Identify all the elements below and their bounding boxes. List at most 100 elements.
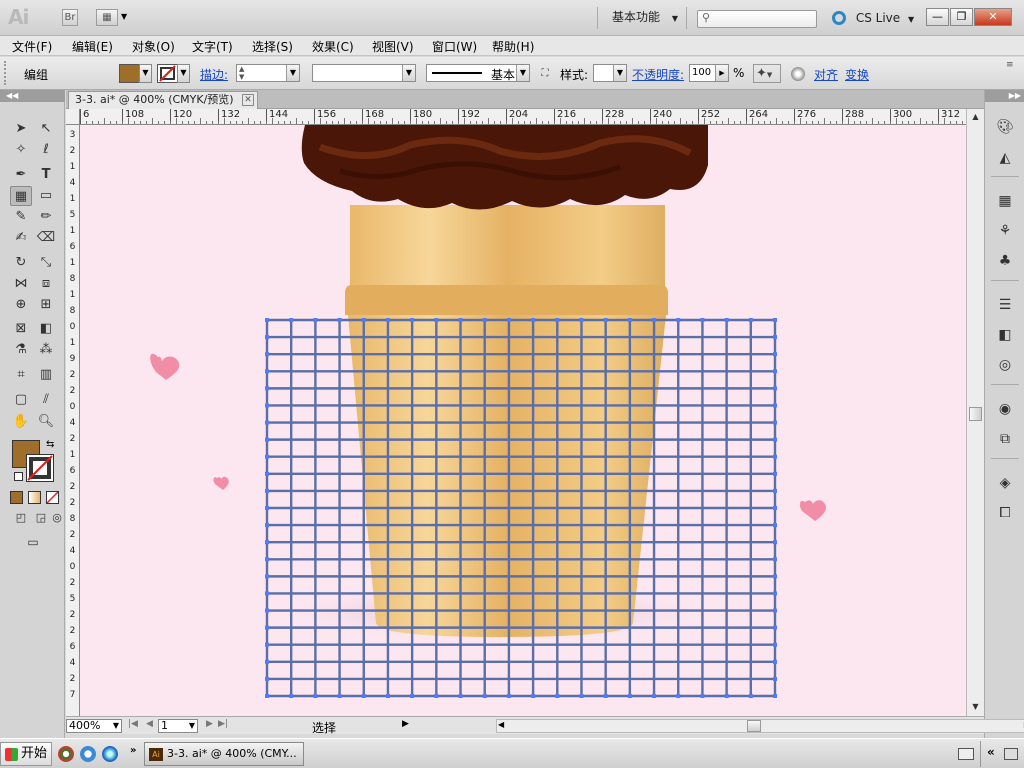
anchor-point[interactable] xyxy=(265,557,269,562)
stroke-options-icon[interactable]: ⛶ xyxy=(538,67,552,80)
panel-collapse-icon[interactable]: ◀◀ xyxy=(0,90,65,102)
network-icon[interactable] xyxy=(1004,748,1018,760)
vertical-ruler[interactable]: 3 2 1 4 1 5 1 6 1 8 1 8 0 1 9 2 2 0 4 2 1 6 2 2 8 2 4 0 2 5 2 2 6 4 2 7 xyxy=(66,125,80,716)
anchor-point[interactable] xyxy=(724,694,729,698)
gradient-mode-icon[interactable] xyxy=(28,491,41,504)
anchor-point[interactable] xyxy=(265,386,269,391)
artboard-number-input[interactable]: 1 ▼ xyxy=(158,719,198,733)
transform-label[interactable]: 变换 xyxy=(845,66,869,83)
anchor-point[interactable] xyxy=(361,694,366,698)
menu-object[interactable]: 对象(O) xyxy=(132,38,175,55)
default-colors-icon[interactable] xyxy=(14,472,23,481)
anchor-point[interactable] xyxy=(265,540,269,545)
anchor-point[interactable] xyxy=(627,318,632,322)
anchor-point[interactable] xyxy=(700,318,705,322)
column-graph-tool-icon[interactable]: ▥ xyxy=(35,365,57,385)
menu-view[interactable]: 视图(V) xyxy=(372,38,414,55)
anchor-point[interactable] xyxy=(773,625,777,630)
close-tab-icon[interactable]: ✕ xyxy=(242,94,254,106)
anchor-point[interactable] xyxy=(265,454,269,459)
symbols-panel-icon[interactable]: ♣ xyxy=(994,250,1016,272)
anchor-point[interactable] xyxy=(434,318,439,322)
magic-wand-tool-icon[interactable]: ✧ xyxy=(10,140,32,160)
anchor-point[interactable] xyxy=(773,352,777,357)
expand-tray-icon[interactable]: « xyxy=(987,745,995,759)
symbol-sprayer-tool-icon[interactable]: ⌗ xyxy=(10,365,32,385)
anchor-point[interactable] xyxy=(410,318,415,322)
screen-mode-icon[interactable]: ▭ xyxy=(22,532,44,552)
anchor-point[interactable] xyxy=(773,471,777,476)
anchor-point[interactable] xyxy=(458,694,463,698)
hand-tool-icon[interactable]: ✋ xyxy=(10,412,32,432)
anchor-point[interactable] xyxy=(773,523,777,528)
anchor-point[interactable] xyxy=(773,437,777,442)
anchor-point[interactable] xyxy=(265,471,269,476)
anchor-point[interactable] xyxy=(265,591,269,596)
anchor-point[interactable] xyxy=(506,318,511,322)
anchor-point[interactable] xyxy=(289,318,294,322)
opacity-label[interactable]: 不透明度: xyxy=(632,66,684,83)
isolate-group-icon[interactable] xyxy=(791,67,805,81)
anchor-point[interactable] xyxy=(265,642,269,647)
anchor-point[interactable] xyxy=(265,335,269,340)
anchor-point[interactable] xyxy=(265,437,269,442)
anchor-point[interactable] xyxy=(385,694,390,698)
anchor-point[interactable] xyxy=(265,318,269,322)
taskbar-illustrator-item[interactable]: Ai 3-3. ai* @ 400% (CMY... xyxy=(144,742,304,766)
graphic-styles-panel-icon[interactable]: ⧉ xyxy=(994,428,1016,450)
anchor-point[interactable] xyxy=(265,403,269,408)
anchor-point[interactable] xyxy=(265,488,269,493)
stroke-weight-input[interactable]: ▲ ▼ ▼ xyxy=(236,64,300,82)
first-artboard-icon[interactable]: |◀ xyxy=(128,719,138,729)
anchor-point[interactable] xyxy=(773,454,777,459)
anchor-point[interactable] xyxy=(265,659,269,664)
eraser-tool-icon[interactable]: ⌫ xyxy=(35,228,57,248)
anchor-point[interactable] xyxy=(773,386,777,391)
more-quicklaunch-icon[interactable]: » xyxy=(130,745,136,756)
anchor-point[interactable] xyxy=(773,557,777,562)
eyedropper-tool-icon[interactable]: ⚗ xyxy=(10,340,32,360)
horizontal-scroll-thumb[interactable] xyxy=(747,720,761,732)
anchor-point[interactable] xyxy=(773,403,777,408)
anchor-point[interactable] xyxy=(458,318,463,322)
anchor-point[interactable] xyxy=(385,318,390,322)
stroke-label[interactable]: 描边: xyxy=(200,66,228,83)
anchor-point[interactable] xyxy=(700,694,705,698)
menu-file[interactable]: 文件(F) xyxy=(12,38,52,55)
ruler-corner[interactable] xyxy=(66,109,80,125)
zoom-dropdown[interactable]: 400% ▼ xyxy=(66,719,122,733)
graphic-style-dropdown[interactable]: ▼ xyxy=(593,64,627,82)
previous-artboard-icon[interactable]: ◀ xyxy=(146,719,153,729)
gradient-panel-icon[interactable]: ◧ xyxy=(994,324,1016,346)
close-button[interactable]: ✕ xyxy=(974,8,1012,26)
anchor-point[interactable] xyxy=(482,318,487,322)
transparency-panel-icon[interactable]: ◎ xyxy=(994,354,1016,376)
anchor-point[interactable] xyxy=(313,694,318,698)
anchor-point[interactable] xyxy=(265,523,269,528)
status-tool-label[interactable]: 选择 xyxy=(312,719,336,736)
swap-colors-icon[interactable]: ⇆ xyxy=(46,439,54,450)
scroll-down-icon[interactable]: ▼ xyxy=(968,700,983,714)
free-transform-tool-icon[interactable]: ⧈ xyxy=(35,274,57,294)
rectangular-grid-tool-icon[interactable]: ▦ xyxy=(10,186,32,206)
anchor-point[interactable] xyxy=(603,318,608,322)
menu-select[interactable]: 选择(S) xyxy=(252,38,293,55)
rectangle-tool-icon[interactable]: ▭ xyxy=(35,186,57,206)
anchor-point[interactable] xyxy=(773,369,777,374)
stroke-dropdown[interactable]: ▼ xyxy=(177,64,190,83)
minimize-button[interactable]: — xyxy=(926,8,949,26)
scroll-left-icon[interactable]: ◀ xyxy=(498,720,504,729)
blob-brush-tool-icon[interactable]: ✍ xyxy=(10,228,32,248)
anchor-point[interactable] xyxy=(434,694,439,698)
menu-help[interactable]: 帮助(H) xyxy=(492,38,534,55)
anchor-point[interactable] xyxy=(773,694,777,698)
recolor-artwork-icon[interactable]: ✦▼ xyxy=(753,64,781,83)
anchor-point[interactable] xyxy=(506,694,511,698)
color-mode-icon[interactable] xyxy=(10,491,23,504)
anchor-point[interactable] xyxy=(265,420,269,425)
cs-live-menu[interactable]: CS Live ▼ xyxy=(832,8,914,28)
anchor-point[interactable] xyxy=(748,694,753,698)
gradient-tool-icon[interactable]: ◧ xyxy=(35,319,57,339)
anchor-point[interactable] xyxy=(265,506,269,510)
anchor-point[interactable] xyxy=(773,676,777,681)
